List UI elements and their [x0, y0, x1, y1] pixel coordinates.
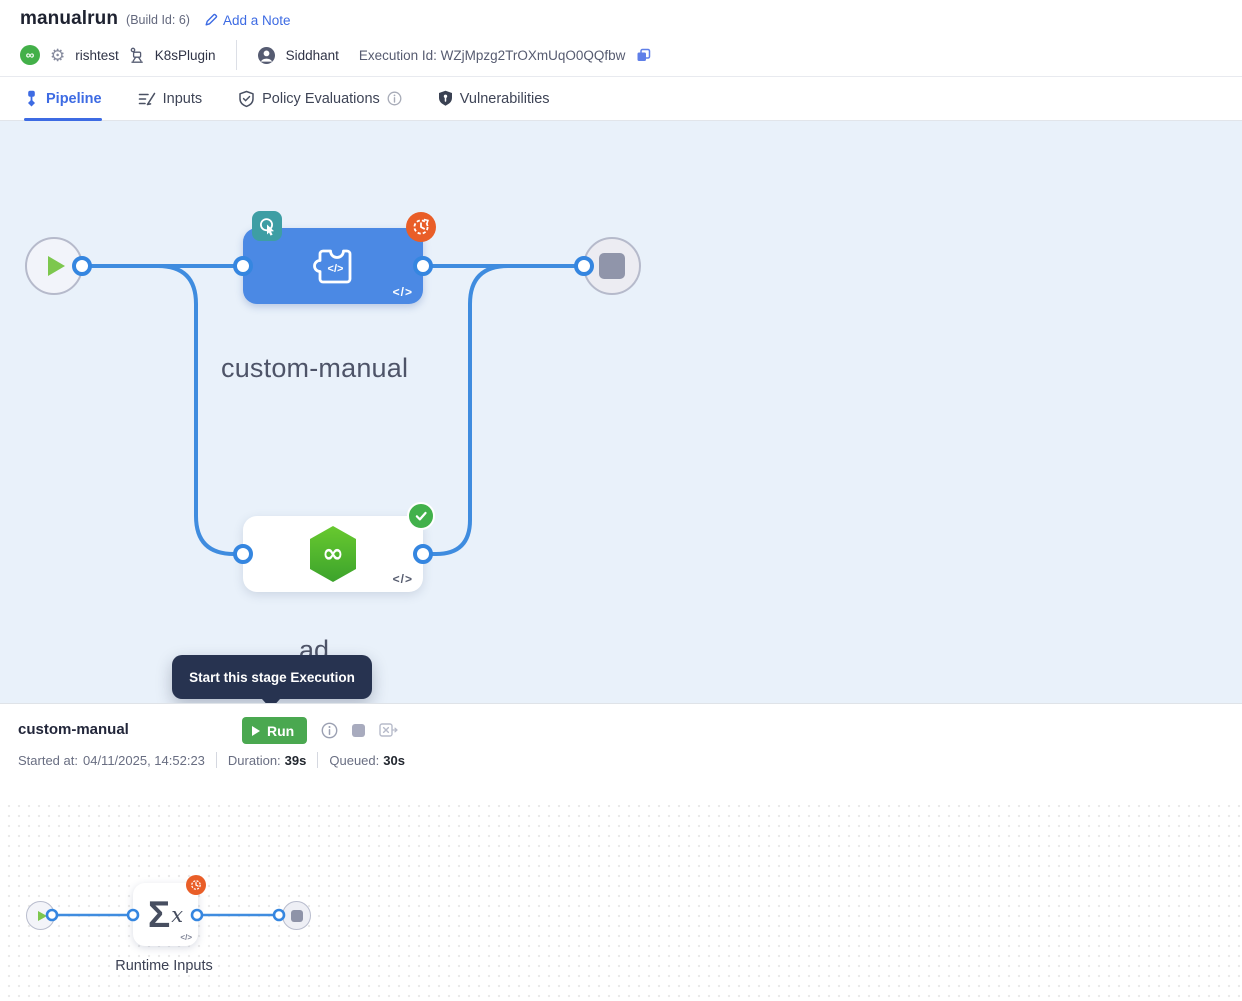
svg-text:∞: ∞: [322, 539, 344, 569]
run-button[interactable]: Run: [242, 717, 307, 744]
tooltip-text: Start this stage Execution: [189, 670, 355, 685]
tab-policy-label: Policy Evaluations: [262, 91, 380, 107]
gear-icon[interactable]: ⚙: [50, 47, 65, 64]
svg-text:</>: </>: [328, 263, 344, 275]
runtime-inputs-canvas[interactable]: Σ x </> Runtime Inputs: [0, 805, 1242, 1001]
pipeline-name[interactable]: rishtest: [75, 48, 119, 63]
add-note-button[interactable]: Add a Note: [204, 13, 291, 28]
tab-pipeline[interactable]: Pipeline: [24, 77, 102, 120]
add-note-label: Add a Note: [223, 13, 291, 28]
header-context-row: ∞ ⚙ rishtest K8sPlugin Siddhant Executio…: [0, 30, 1242, 70]
pipeline-canvas[interactable]: </> </> custom-manual: [0, 121, 1242, 703]
harness-step-node[interactable]: ∞ </>: [243, 516, 423, 592]
started-label: Started at:: [18, 753, 78, 768]
code-chevrons: </>: [393, 572, 413, 586]
mark-failed-icon[interactable]: [379, 723, 399, 738]
pipeline-end-node[interactable]: [583, 237, 641, 295]
plugin-agent-icon: [129, 47, 145, 64]
timeout-clock-badge-icon: [186, 875, 206, 895]
pipeline-connectors: [0, 121, 1242, 703]
build-id: (Build Id: 6): [126, 13, 190, 27]
pipeline-start-node[interactable]: [25, 237, 83, 295]
stop-icon: [599, 253, 625, 279]
execution-page: manualrun (Build Id: 6) Add a Note ∞ ⚙ r…: [0, 0, 1242, 1001]
duration-value: 39s: [285, 753, 307, 768]
execution-id: Execution Id: WZjMpzg2TrOXmUqO0QQfbw: [359, 48, 626, 63]
tab-vulnerabilities[interactable]: Vulnerabilities: [438, 77, 550, 120]
started-value: 04/11/2025, 14:52:23: [83, 753, 205, 768]
status-actions: Run: [242, 717, 399, 744]
runtime-start-node[interactable]: [26, 901, 55, 930]
plugin-step-icon: </>: [307, 242, 359, 290]
stage-status-bar: custom-manual Run: [0, 703, 1242, 805]
user-avatar-icon: [257, 46, 276, 65]
run-button-label: Run: [267, 723, 294, 739]
sigma-glyph: Σ: [148, 896, 170, 933]
meta-divider: [317, 752, 318, 768]
status-meta-row: Started at: 04/11/2025, 14:52:23 Duratio…: [18, 752, 405, 768]
queued-value: 30s: [383, 753, 405, 768]
play-icon: [48, 256, 65, 276]
trigger-click-badge-icon[interactable]: [252, 211, 282, 241]
harness-step-icon: ∞: [307, 525, 359, 583]
info-icon[interactable]: [387, 91, 402, 106]
pencil-icon: [204, 13, 218, 27]
meta-divider: [216, 752, 217, 768]
user-name: Siddhant: [286, 48, 339, 63]
code-chevrons: </>: [393, 285, 413, 299]
header-divider: [236, 40, 237, 70]
pipeline-icon: [24, 90, 39, 107]
header: manualrun (Build Id: 6) Add a Note ∞ ⚙ r…: [0, 0, 1242, 77]
play-icon: [38, 911, 47, 921]
stop-stage-icon[interactable]: [352, 724, 365, 737]
page-title: manualrun: [20, 8, 118, 30]
shield-check-icon: [238, 90, 255, 108]
play-icon: [252, 726, 260, 736]
duration-label: Duration:: [228, 753, 281, 768]
tab-pipeline-label: Pipeline: [46, 91, 102, 107]
copy-icon[interactable]: [635, 47, 652, 64]
timeout-clock-badge-icon[interactable]: [406, 212, 436, 242]
sigma-x-glyph: x: [171, 903, 183, 927]
queued-label: Queued:: [329, 753, 379, 768]
tab-policy-evaluations[interactable]: Policy Evaluations: [238, 77, 402, 120]
inputs-icon: [138, 91, 156, 107]
code-chevrons: </>: [180, 933, 192, 942]
runtime-end-node[interactable]: [282, 901, 311, 930]
stop-icon: [291, 910, 303, 922]
vulnerabilities-shield-icon: [438, 90, 453, 107]
success-check-badge-icon: [407, 502, 435, 530]
template-name[interactable]: K8sPlugin: [155, 48, 216, 63]
status-stage-name: custom-manual: [18, 721, 129, 738]
tooltip-arrow: [262, 699, 280, 703]
header-title-row: manualrun (Build Id: 6) Add a Note: [0, 0, 1242, 30]
run-tooltip: Start this stage Execution: [172, 655, 372, 699]
runtime-node-label: Runtime Inputs: [115, 958, 213, 974]
tab-bar: Pipeline Inputs Policy Evaluations: [0, 77, 1242, 121]
tab-vulnerabilities-label: Vulnerabilities: [460, 91, 550, 107]
stage-label[interactable]: custom-manual: [221, 353, 408, 384]
runtime-inputs-node[interactable]: Σ x </>: [133, 883, 198, 946]
tab-inputs[interactable]: Inputs: [138, 77, 203, 120]
stage-info-icon[interactable]: [321, 722, 338, 739]
harness-logo-icon: ∞: [20, 45, 40, 65]
tab-inputs-label: Inputs: [163, 91, 203, 107]
